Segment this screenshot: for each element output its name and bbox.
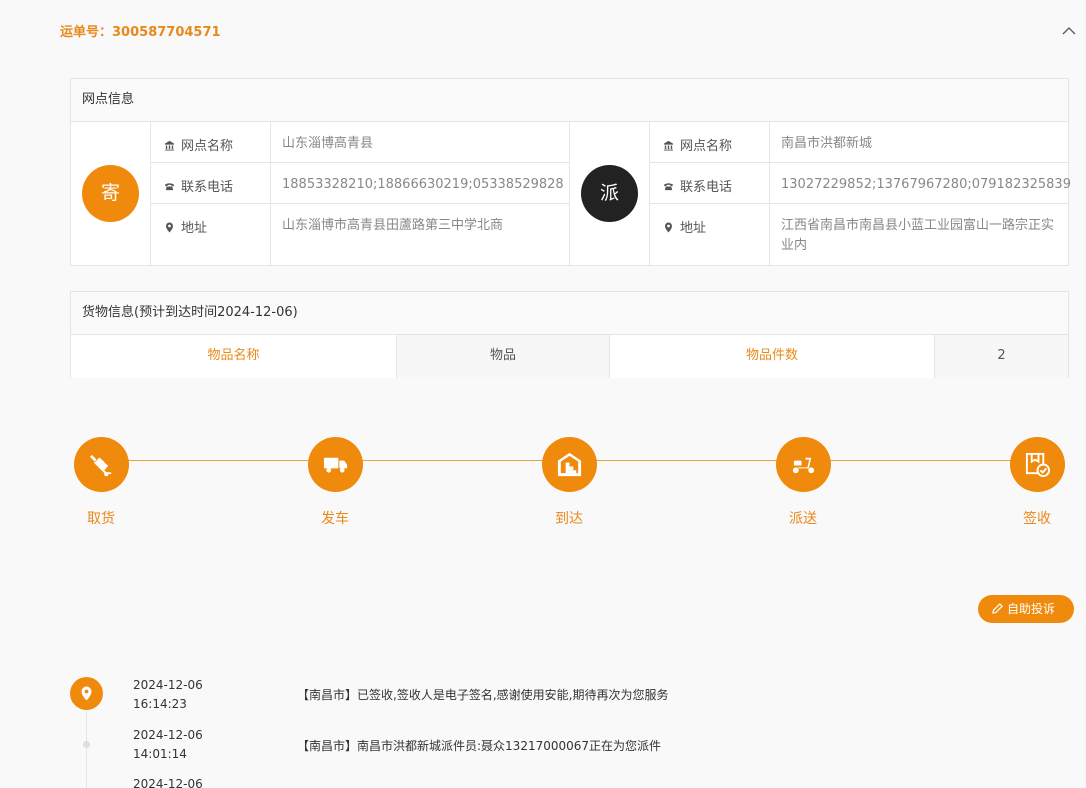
signed-package-icon [1025, 452, 1051, 478]
waybill-value: 300587704571 [112, 25, 221, 40]
location-icon [665, 222, 672, 233]
timeline-item-time: 2024-12-06 [133, 777, 203, 788]
location-icon [166, 222, 173, 233]
chevron-up-icon[interactable] [1062, 24, 1076, 38]
step-label-dispatch: 派送 [789, 511, 817, 527]
building-icon [663, 140, 674, 151]
step-dispatch [776, 437, 831, 492]
pencil-icon [992, 603, 1003, 614]
sender-outlet-phone: 18853328210;18866630219;05338529828 [282, 177, 564, 192]
self-service-complaint-button[interactable]: 自助投诉 [978, 595, 1074, 623]
goods-info-card: 货物信息(预计到达时间2024-12-06) 物品名称 物品 物品件数 2 [70, 291, 1069, 378]
timeline-item-text: 【南昌市】南昌市洪都新城派件员:聂众13217000067正在为您派件 [297, 739, 662, 753]
phone-icon [164, 183, 175, 191]
timeline-item-time: 2024-12-06 16:14:23 [133, 678, 203, 711]
outlet-info-title: 网点信息 [71, 79, 1068, 122]
step-label-signed: 签收 [1023, 511, 1051, 527]
warehouse-icon [557, 452, 582, 477]
complaint-button-label: 自助投诉 [1007, 602, 1056, 616]
timeline-item-time: 2024-12-06 14:01:14 [133, 728, 203, 761]
receiver-outlet-phone: 13027229852;13767967280;079182325839 [781, 177, 1071, 192]
timeline-item-text: 【南昌市】已签收,签收人是电子签名,感谢使用安能,期待再次为您服务 [297, 688, 669, 702]
outlet-info-card: 网点信息 寄 网点名称 山东淄博高青县 联系电话 18853328210;188… [70, 78, 1071, 266]
step-label-arrive: 到达 [555, 511, 583, 527]
sender-address-label: 地址 [181, 221, 208, 236]
sender-badge: 寄 [82, 165, 139, 222]
step-label-depart: 发车 [321, 511, 349, 527]
step-label-pickup: 取货 [87, 511, 115, 527]
receiver-outlet: 派 网点名称 南昌市洪都新城 联系电话 13027229852;13767967… [570, 122, 1071, 266]
dispatch-badge: 派 [581, 165, 638, 222]
receiver-outlet-address: 江西省南昌市南昌县小蓝工业园富山一路宗正实业内 [781, 218, 1055, 253]
receiver-name-label: 网点名称 [680, 139, 733, 154]
step-depart [308, 437, 363, 492]
timeline-dot [83, 741, 90, 748]
item-count-value: 2 [935, 335, 1068, 378]
receiver-outlet-name: 南昌市洪都新城 [781, 136, 873, 151]
goods-info-title: 货物信息(预计到达时间2024-12-06) [71, 292, 1068, 335]
item-name-label: 物品名称 [71, 335, 397, 378]
hand-truck-icon [89, 454, 112, 477]
item-count-label: 物品件数 [610, 335, 935, 378]
item-name-value: 物品 [397, 335, 610, 378]
location-pin-icon [81, 686, 92, 701]
step-signed [1010, 437, 1065, 492]
truck-icon [323, 457, 348, 473]
step-pickup [74, 437, 129, 492]
sender-outlet-address: 山东淄博市高青县田蘆路第三中学北商 [282, 218, 504, 233]
sender-phone-label: 联系电话 [181, 180, 234, 195]
sender-outlet-name: 山东淄博高青县 [282, 136, 374, 151]
goods-row: 物品名称 物品 物品件数 2 [71, 335, 1068, 378]
receiver-address-label: 地址 [680, 221, 707, 236]
timeline-current-marker [70, 677, 103, 710]
phone-icon [663, 183, 674, 191]
waybill-number: 运单号：300587704571 [60, 21, 221, 40]
scooter-icon [792, 457, 815, 474]
waybill-label: 运单号： [60, 25, 113, 40]
sender-outlet: 寄 网点名称 山东淄博高青县 联系电话 18853328210;18866630… [71, 122, 570, 266]
step-arrive [542, 437, 597, 492]
receiver-phone-label: 联系电话 [680, 180, 733, 195]
sender-name-label: 网点名称 [181, 139, 234, 154]
building-icon [164, 140, 175, 151]
